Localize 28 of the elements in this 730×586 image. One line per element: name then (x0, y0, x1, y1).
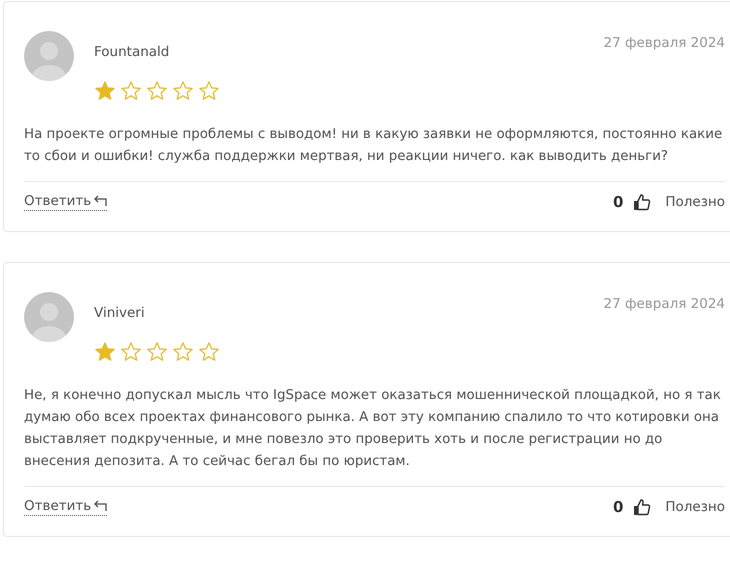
reply-link[interactable]: Ответить (24, 193, 108, 211)
star-icon (94, 80, 116, 102)
like-count: 0 (612, 193, 624, 211)
reply-link[interactable]: Ответить (24, 498, 108, 516)
review-text: Не, я конечно допускал мысль что IgSpace может оказаться мошеннической площадкой, но я так думаю обо всех проектах финансового рынка. А вот эту компанию спалило то что котировки она выставляет подкрученные, и мне повезло это проверить хоть и после регистрации но до внесения депозита. А то сейчас бегал бы по юристам. (24, 387, 722, 471)
avatar-icon (24, 31, 74, 81)
star-icon (94, 341, 116, 363)
star-icon (120, 341, 142, 363)
avatar-icon (24, 292, 74, 342)
star-icon (120, 80, 142, 102)
author-name: Fountanald (94, 44, 170, 60)
helpful-label[interactable]: Полезно (665, 499, 725, 515)
star-icon (172, 80, 194, 102)
star-icon (172, 341, 194, 363)
star-icon (198, 80, 220, 102)
author-name: Viniveri (94, 305, 146, 321)
review-date: 27 февраля 2024 (603, 35, 725, 51)
reply-arrow-icon (93, 500, 108, 512)
star-icon (146, 80, 168, 102)
review-text: На проекте огромные проблемы с выводом! ни в какую заявки не оформляются, постоянно какие то сбои и ошибки! служба поддержки мертвая, ни реакции ничего. как выводить деньги? (24, 126, 724, 166)
thumbs-up-icon[interactable] (633, 193, 652, 211)
thumbs-up-icon[interactable] (633, 498, 652, 516)
star-icon (198, 341, 220, 363)
helpful-label[interactable]: Полезно (665, 194, 725, 210)
like-count: 0 (612, 498, 624, 516)
review-date: 27 февраля 2024 (603, 296, 725, 312)
star-icon (146, 341, 168, 363)
reply-arrow-icon (93, 195, 108, 207)
